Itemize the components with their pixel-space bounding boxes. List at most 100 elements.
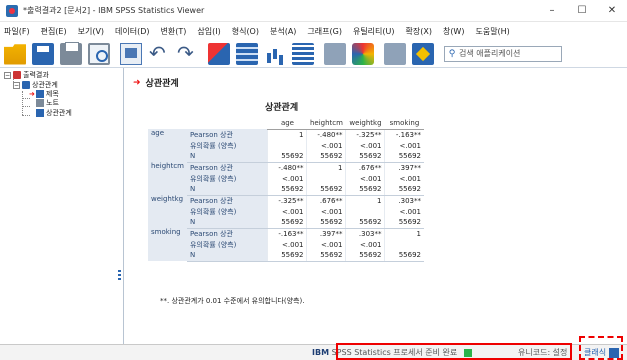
collapse-toggle-icon[interactable]: − (13, 81, 20, 89)
row-stat-label: Pearson 상관 (186, 195, 268, 206)
table-cell: <.001 (384, 206, 424, 217)
minimize-button[interactable]: – (537, 0, 567, 22)
goto-data-icon[interactable] (208, 42, 230, 65)
section-heading: ➜ 상관관계 (133, 76, 179, 90)
tree-connector (22, 115, 30, 116)
collapse-toggle-icon[interactable]: − (4, 71, 11, 79)
menu-utilities[interactable]: 유틸리티(U) (353, 26, 395, 37)
menu-analyze[interactable]: 분석(A) (270, 26, 296, 37)
tree-item-output-root[interactable]: − 출력결과 (4, 70, 49, 80)
open-folder-icon[interactable] (4, 44, 26, 65)
menu-help[interactable]: 도움말(H) (475, 26, 509, 37)
pane-splitter-handle[interactable] (118, 268, 121, 280)
tree-connector (22, 91, 23, 115)
promote-icon[interactable] (412, 42, 434, 65)
table-cell: <.001 (345, 173, 385, 184)
section-title: 상관관계 (145, 79, 179, 89)
search-input[interactable] (459, 49, 559, 58)
table-cell: -.480** (267, 162, 307, 173)
tree-label: 출력결과 (23, 71, 49, 79)
table-cell: 55692 (384, 151, 424, 163)
table-row: N 55692 55692 55692 55692 (148, 250, 424, 262)
maximize-button[interactable]: ☐ (567, 0, 597, 22)
table-row: age Pearson 상관 1 -.480** -.325** -.163** (148, 129, 424, 162)
row-stat-label: 유의확률 (양측) (186, 140, 268, 151)
table-cell: -.163** (267, 228, 307, 239)
table-header-row: age heightcm weightkg smoking (148, 117, 424, 130)
menu-data[interactable]: 데이터(D) (115, 26, 149, 37)
menu-format[interactable]: 형식(O) (232, 26, 259, 37)
column-header: heightcm (306, 117, 346, 130)
table-cell: .303** (345, 228, 385, 239)
variables-icon[interactable] (292, 42, 314, 65)
export-icon[interactable] (120, 42, 142, 65)
undo-icon[interactable] (148, 41, 170, 65)
save-icon[interactable] (32, 42, 54, 65)
tree-item-correlations-table[interactable]: 상관관계 (36, 108, 72, 118)
menu-file[interactable]: 파일(F) (4, 26, 30, 37)
row-stat-label: N (186, 217, 268, 229)
table-cell: 1 (306, 162, 346, 173)
designate-window-icon[interactable] (352, 42, 374, 65)
row-stat-label: 유의확률 (양측) (186, 239, 268, 250)
correlations-pivot-table[interactable]: age heightcm weightkg smoking age Pearso… (148, 117, 424, 262)
table-row: 유의확률 (양측) <.001 <.001 <.001 (148, 173, 424, 184)
row-stat-label: Pearson 상관 (186, 162, 268, 173)
row-stat-label: Pearson 상관 (186, 228, 268, 239)
table-cell: <.001 (306, 206, 346, 217)
document-icon[interactable] (324, 42, 346, 65)
dashed-highlight-box (579, 336, 623, 360)
title-bar: *출력결과2 [문서2] - IBM SPSS Statistics Viewe… (0, 0, 627, 22)
table-row: weightkg Pearson 상관 -.325** .676** 1 .30… (148, 195, 424, 228)
table-cell: <.001 (345, 239, 385, 250)
table-cell: 55692 (384, 217, 424, 229)
table-cell: 1 (267, 129, 307, 140)
menu-graphs[interactable]: 그래프(G) (307, 26, 342, 37)
window-title: *출력결과2 [문서2] - IBM SPSS Statistics Viewe… (23, 6, 205, 15)
menu-edit[interactable]: 편집(E) (41, 26, 67, 37)
table-cell: 55692 (306, 250, 346, 262)
menu-view[interactable]: 보기(V) (78, 26, 104, 37)
output-log-icon (13, 71, 21, 79)
row-stat-label: N (186, 250, 268, 262)
goto-case-icon[interactable] (236, 42, 258, 65)
row-stat-label: 유의확률 (양측) (186, 173, 268, 184)
ibm-label: IBM (312, 348, 330, 357)
table-cell (384, 239, 424, 250)
close-button[interactable]: ✕ (597, 0, 627, 22)
current-output-arrow-icon: ➜ (133, 77, 141, 88)
table-row: N 55692 55692 55692 55692 (148, 217, 424, 229)
menu-transform[interactable]: 변환(T) (161, 26, 187, 37)
output-slide-icon[interactable] (384, 42, 406, 65)
table-cell: <.001 (267, 239, 307, 250)
row-stat-label: Pearson 상관 (186, 129, 268, 140)
table-cell: 1 (345, 195, 385, 206)
redo-icon[interactable] (176, 41, 198, 65)
column-header: weightkg (345, 117, 385, 130)
notes-icon (36, 99, 44, 107)
row-variable-label: heightcm (148, 162, 187, 195)
table-row: N 55692 55692 55692 55692 (148, 184, 424, 196)
print-icon[interactable] (60, 41, 82, 65)
table-corner (148, 117, 268, 129)
menu-insert[interactable]: 삽입(I) (197, 26, 220, 37)
print-preview-icon[interactable] (88, 42, 110, 65)
table-cell: .397** (306, 228, 346, 239)
chart-icon[interactable] (264, 43, 286, 65)
tree-item-notes[interactable]: 노트 (36, 98, 59, 108)
column-header: age (267, 117, 307, 130)
search-box[interactable]: ⚲ (444, 45, 562, 62)
menu-window[interactable]: 창(W) (443, 26, 465, 37)
row-stat-label: N (186, 151, 268, 163)
row-variable-label: smoking (148, 228, 187, 261)
menu-extensions[interactable]: 확장(X) (406, 26, 432, 37)
procedure-book-icon (22, 81, 30, 89)
menu-bar: 파일(F) 편집(E) 보기(V) 데이터(D) 변환(T) 삽입(I) 형식(… (0, 22, 627, 40)
table-cell: <.001 (306, 140, 346, 151)
table-cell: -.325** (267, 195, 307, 206)
table-cell: <.001 (267, 206, 307, 217)
row-variable-label: weightkg (148, 195, 187, 228)
table-cell: 55692 (345, 217, 385, 229)
tree-label: 노트 (46, 99, 59, 107)
table-cell (267, 140, 307, 151)
